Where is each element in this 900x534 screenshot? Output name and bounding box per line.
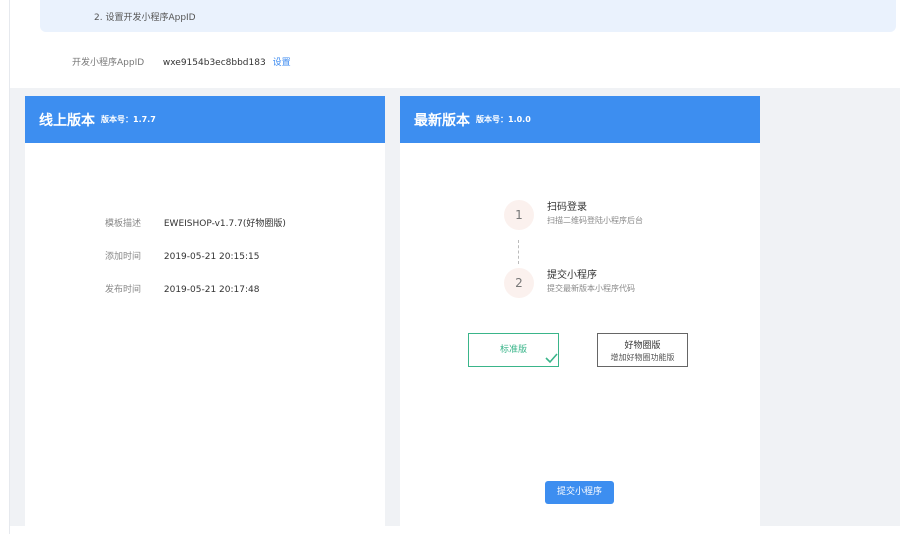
step-desc: 扫描二维码登陆小程序后台: [547, 216, 643, 225]
online-version-number: 版本号：1.7.7: [101, 115, 156, 124]
notice-text: 2. 设置开发小程序AppID: [94, 13, 196, 23]
bottom-strip: [10, 526, 900, 534]
appid-value: wxe9154b3ec8bbd183: [162, 58, 266, 68]
good-edition-title: 好物圈版: [624, 341, 661, 351]
info-value: EWEISHOP-v1.7.7(好物圈版): [163, 219, 286, 229]
info-key: 发布时间: [105, 285, 142, 295]
latest-version-panel: 最新版本 版本号：1.0.0 1 扫码登录 扫描二维码登陆小程序后台 2 提交小…: [400, 96, 760, 526]
step-title: 扫码登录: [547, 202, 587, 213]
online-version-header: 线上版本 版本号：1.7.7: [25, 96, 385, 143]
appid-row: 开发小程序AppID wxe9154b3ec8bbd183 设置: [72, 55, 291, 68]
submit-miniprogram-button[interactable]: 提交小程序: [545, 481, 614, 504]
online-version-panel: 线上版本 版本号：1.7.7 模板描述 EWEISHOP-v1.7.7(好物圈版…: [25, 96, 385, 526]
appid-label: 开发小程序AppID: [72, 58, 145, 68]
good-edition-option[interactable]: 好物圈版 增加好物圈功能版: [597, 333, 688, 367]
step-title: 提交小程序: [547, 270, 597, 281]
info-row-template-desc: 模板描述 EWEISHOP-v1.7.7(好物圈版): [105, 216, 286, 229]
good-edition-desc: 增加好物圈功能版: [610, 353, 675, 362]
step-desc: 提交最新版本小程序代码: [547, 284, 635, 293]
info-key: 添加时间: [105, 252, 142, 262]
info-row-publish-time: 发布时间 2019-05-21 20:17:48: [105, 282, 259, 295]
check-icon: [545, 353, 558, 364]
info-value: 2019-05-21 20:17:48: [163, 285, 260, 295]
step-connector: [518, 240, 519, 264]
info-key: 模板描述: [105, 219, 142, 229]
notice-banner: 2. 设置开发小程序AppID: [40, 0, 896, 32]
appid-set-link[interactable]: 设置: [273, 58, 291, 68]
info-row-added-time: 添加时间 2019-05-21 20:15:15: [105, 249, 259, 262]
latest-version-header: 最新版本 版本号：1.0.0: [400, 96, 760, 143]
info-value: 2019-05-21 20:15:15: [163, 252, 260, 262]
standard-edition-option[interactable]: 标准版: [468, 333, 559, 367]
latest-version-number: 版本号：1.0.0: [476, 115, 531, 124]
left-rail: [0, 0, 10, 534]
online-version-title: 线上版本: [39, 112, 95, 129]
standard-edition-label: 标准版: [499, 345, 527, 355]
step-number: 2: [504, 268, 534, 298]
step-number: 1: [504, 200, 534, 230]
latest-version-title: 最新版本: [414, 112, 470, 129]
